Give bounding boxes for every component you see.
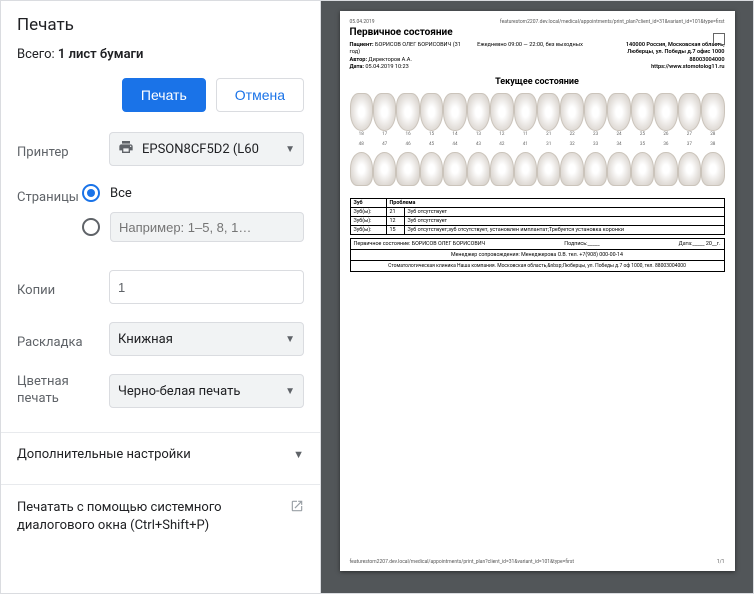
doc-subtitle: Текущее состояние <box>350 77 725 87</box>
layout-selected: Книжная <box>118 332 173 347</box>
preview-pane: 05.04.2019 featurestom2207.dev.local/med… <box>321 1 753 593</box>
caret-down-icon: ▼ <box>285 334 295 345</box>
sheet-summary: Всего: 1 лист бумаги <box>17 47 304 62</box>
pages-range-input[interactable] <box>110 212 304 242</box>
open-external-icon <box>290 499 304 519</box>
pages-all-radio[interactable] <box>82 184 100 202</box>
color-select[interactable]: Черно-белая печать ▼ <box>109 374 304 408</box>
color-label: Цветная печать <box>17 374 109 408</box>
problems-table: ЗубПроблема Зуб(ы):21Зуб отсутствуетЗуб(… <box>350 198 725 235</box>
doc-title: Первичное состояние <box>350 27 725 38</box>
printer-label: Принтер <box>17 139 109 160</box>
layout-select[interactable]: Книжная ▼ <box>109 322 304 356</box>
pages-custom-radio[interactable] <box>82 218 100 236</box>
printer-select[interactable]: EPSON8CF5D2 (L60 ▼ <box>109 132 304 166</box>
system-dialog-link[interactable]: Печатать с помощью системного диалоговог… <box>17 499 304 535</box>
pages-label: Страницы <box>17 184 82 205</box>
dialog-title: Печать <box>17 15 304 35</box>
teeth-upper <box>350 93 725 131</box>
print-button[interactable]: Печать <box>122 78 206 112</box>
caret-down-icon: ▼ <box>285 144 295 155</box>
caret-down-icon: ▼ <box>285 386 295 397</box>
print-icon <box>713 33 725 45</box>
preview-page: 05.04.2019 featurestom2207.dev.local/med… <box>340 11 735 571</box>
copies-input[interactable] <box>109 270 304 304</box>
teeth-lower <box>350 152 725 186</box>
layout-label: Раскладка <box>17 329 109 350</box>
printer-selected: EPSON8CF5D2 (L60 <box>142 142 259 157</box>
chevron-down-icon: ▼ <box>293 448 304 461</box>
copies-label: Копии <box>17 277 109 298</box>
cancel-button[interactable]: Отмена <box>216 78 304 112</box>
color-selected: Черно-белая печать <box>118 384 240 399</box>
printer-icon <box>118 139 134 159</box>
pages-all-label: Все <box>110 186 132 201</box>
advanced-toggle[interactable]: Дополнительные настройки ▼ <box>17 447 304 462</box>
print-sidebar: Печать Всего: 1 лист бумаги Печать Отмен… <box>1 1 321 593</box>
